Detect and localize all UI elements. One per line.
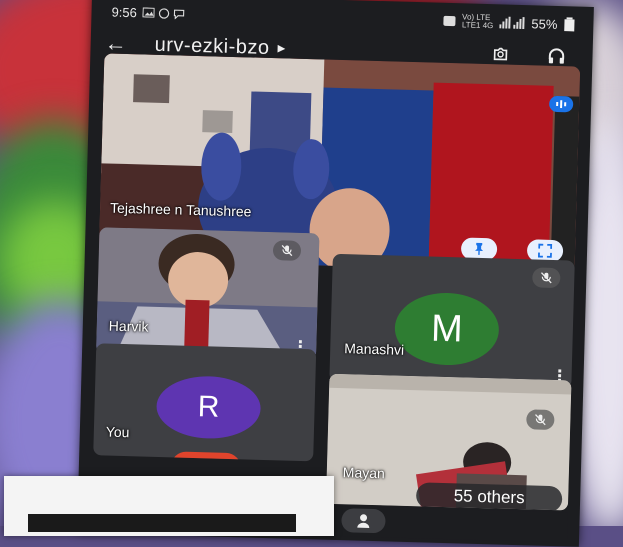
avatar: M: [393, 291, 500, 367]
status-time: 9:56: [111, 4, 138, 20]
participant-name: Manashvi: [344, 340, 405, 358]
notification-icons: [142, 6, 185, 20]
audio-level-icon: [556, 100, 567, 109]
bottom-bar: [325, 505, 568, 543]
video-tile-harvik[interactable]: Harvik ⋮: [96, 227, 320, 360]
video-tile-manashvi[interactable]: M Manashvi ⋮: [329, 253, 575, 389]
participant-name: You: [105, 423, 130, 441]
signal-icon: [499, 16, 525, 30]
video-tile-mayan[interactable]: Mayan 55 others: [325, 373, 572, 511]
image-icon: [142, 6, 156, 18]
avatar: R: [155, 374, 262, 440]
mic-off-badge: [272, 240, 302, 261]
card-bar: [28, 514, 296, 532]
mic-off-icon: [535, 414, 546, 426]
phone-screen: 9:56 Vo) LTE LTE1 4G 55% ← urv-ezki-bzo …: [77, 0, 594, 547]
fullscreen-icon: [537, 243, 553, 258]
person-icon: [357, 514, 370, 528]
others-count: 55 others: [453, 486, 525, 508]
alarm-icon: [442, 15, 456, 27]
mic-off-badge: [532, 267, 561, 289]
chat-icon: [174, 9, 185, 20]
pin-icon: [475, 242, 484, 255]
battery-percent: 55%: [531, 15, 558, 32]
mic-off-icon: [281, 244, 293, 257]
participant-name: Mayan: [342, 464, 386, 482]
participant-name: Harvik: [108, 317, 149, 335]
headphones-icon[interactable]: [546, 46, 567, 67]
status-right: Vo) LTE LTE1 4G 55%: [442, 12, 576, 33]
active-speaker-badge: [548, 95, 574, 113]
mic-off-badge: [526, 409, 555, 431]
whatsapp-icon: [159, 7, 170, 19]
others-chip[interactable]: 55 others: [415, 482, 563, 511]
video-tile-you[interactable]: R You: [93, 343, 317, 462]
people-button[interactable]: [341, 508, 386, 534]
battery-icon: [564, 17, 575, 32]
overlay-card: [4, 476, 334, 536]
mic-off-icon: [540, 272, 552, 284]
switch-camera-icon[interactable]: [490, 44, 511, 65]
caret-right-icon[interactable]: ▶: [277, 43, 285, 54]
partial-avatar: [170, 451, 242, 462]
network-info: Vo) LTE LTE1 4G: [461, 12, 494, 31]
